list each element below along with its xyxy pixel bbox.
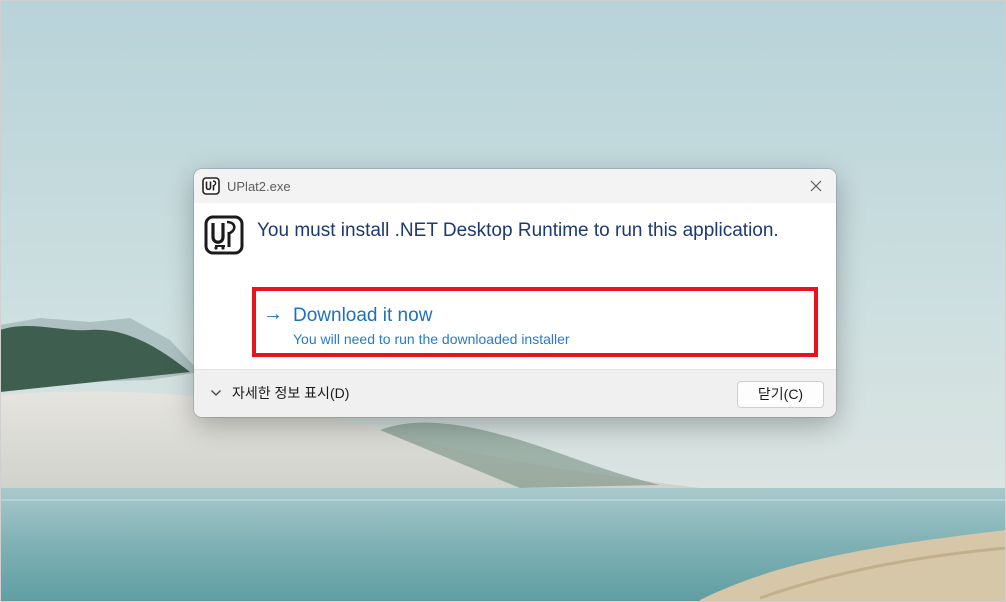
window-title: UPlat2.exe (227, 179, 291, 194)
close-button[interactable]: 닫기(C) (737, 381, 824, 408)
arrow-right-icon: → (263, 303, 283, 325)
uplat-app-icon (204, 215, 244, 255)
close-icon (810, 180, 822, 192)
command-link-subtitle[interactable]: You will need to run the downloaded inst… (293, 331, 570, 347)
title-bar: UPlat2.exe (194, 169, 836, 203)
dialog-footer: 자세한 정보 표시(D) 닫기(C) (194, 369, 836, 417)
show-details-label[interactable]: 자세한 정보 표시(D) (232, 383, 349, 403)
show-details-toggle[interactable]: 자세한 정보 표시(D) (210, 382, 349, 404)
uplat-app-icon (202, 177, 220, 195)
task-dialog: UPlat2.exe You must install .NET Desktop… (194, 169, 836, 417)
main-instruction: You must install .NET Desktop Runtime to… (257, 220, 779, 241)
window-close-button[interactable] (796, 169, 836, 203)
chevron-down-icon (211, 390, 221, 396)
command-link-title[interactable]: Download it now (293, 305, 432, 327)
